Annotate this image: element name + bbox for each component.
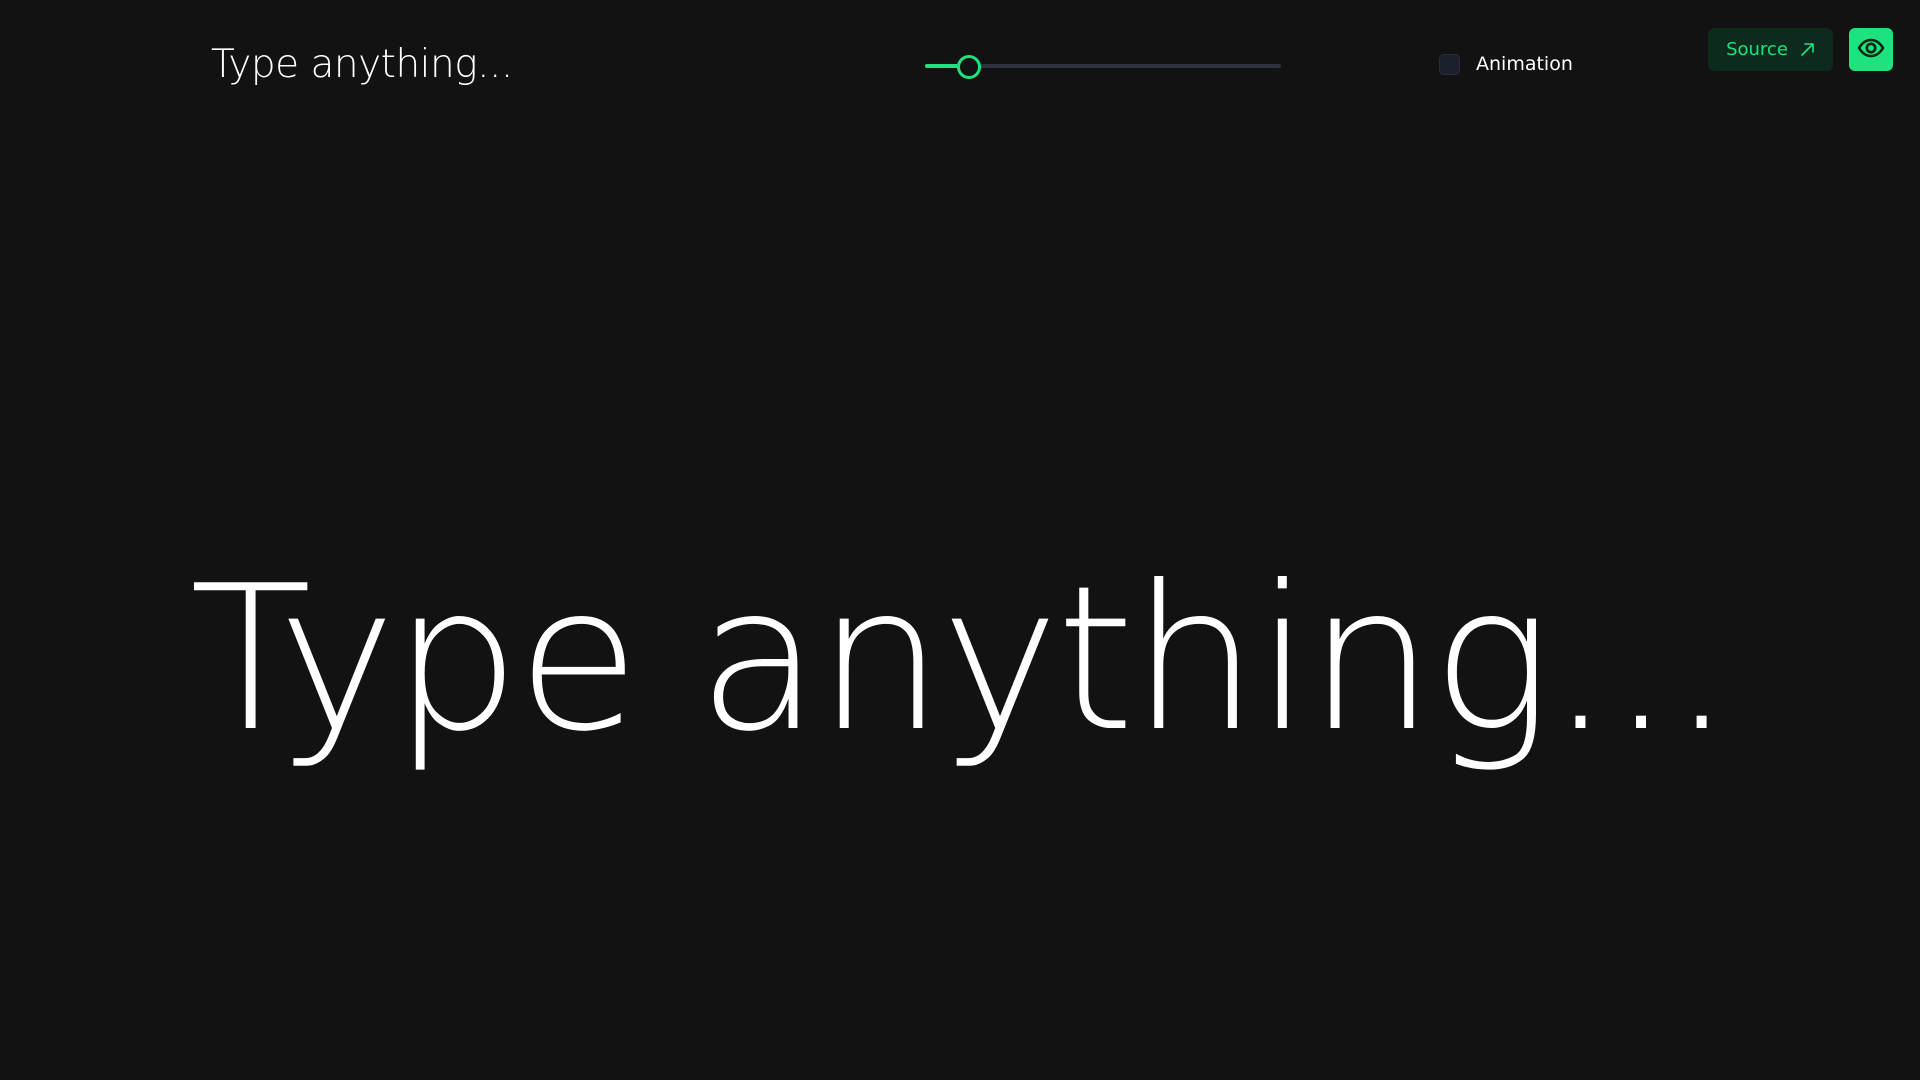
app-page: Animation Source Type anything...	[0, 0, 1920, 1080]
slider-thumb[interactable]	[956, 55, 981, 79]
source-button[interactable]: Source	[1708, 28, 1833, 71]
preview-area: Type anything...	[0, 500, 1920, 820]
eye-icon	[1857, 38, 1885, 62]
animation-toggle[interactable]: Animation	[1439, 53, 1573, 75]
animation-checkbox[interactable]	[1439, 53, 1460, 75]
preview-toggle-button[interactable]	[1849, 28, 1893, 71]
source-button-label: Source	[1726, 39, 1788, 60]
preview-text: Type anything...	[189, 543, 1734, 776]
size-slider[interactable]	[925, 50, 1281, 82]
animation-label: Animation	[1476, 53, 1573, 75]
arrow-up-right-icon	[1800, 42, 1815, 57]
text-input[interactable]	[205, 34, 737, 94]
